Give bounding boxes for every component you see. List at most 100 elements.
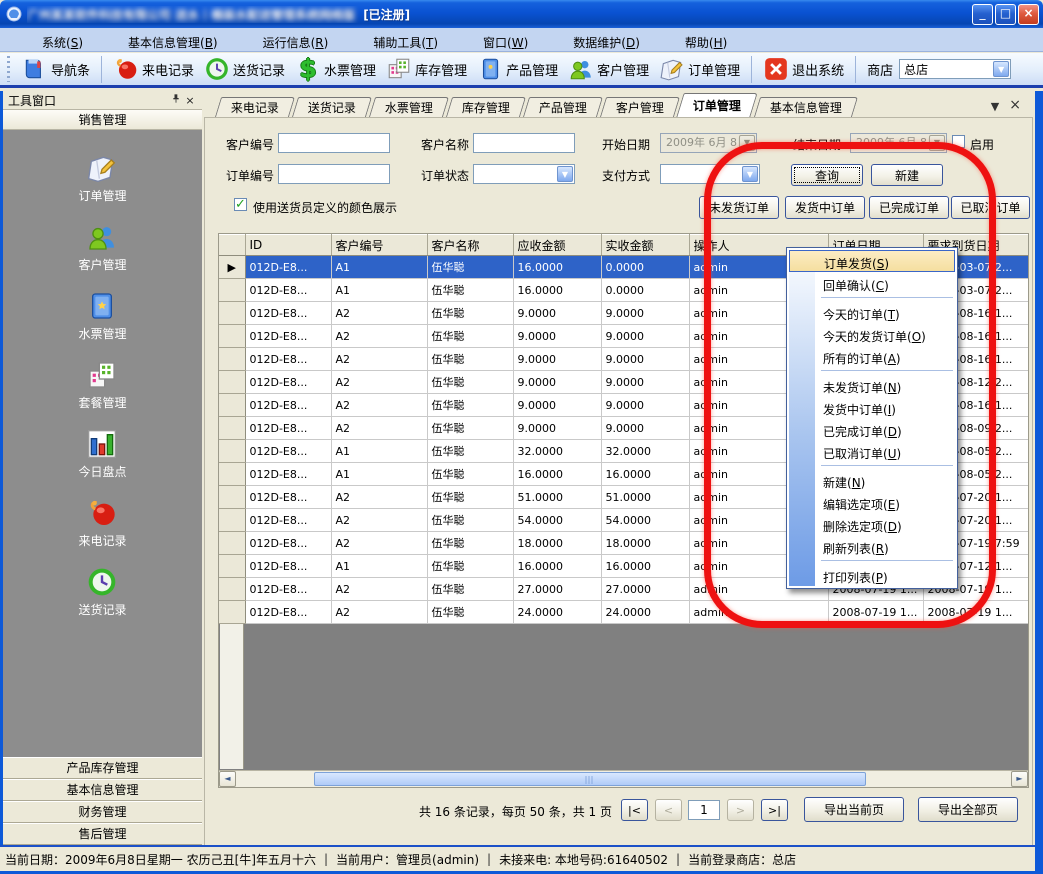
- row-selector-cell[interactable]: [219, 601, 245, 624]
- query-button[interactable]: 查询: [791, 164, 863, 186]
- context-menu-item[interactable]: 今天的发货订单(O): [789, 323, 955, 345]
- menu-help[interactable]: 帮助(H): [651, 29, 738, 51]
- row-selector-cell[interactable]: [219, 486, 245, 509]
- filter-completed-button[interactable]: 已完成订单: [869, 196, 949, 219]
- row-selector-cell[interactable]: [219, 325, 245, 348]
- tab-inventory[interactable]: 库存管理: [446, 97, 526, 117]
- row-selector-cell[interactable]: [219, 279, 245, 302]
- row-selector-cell[interactable]: ▶: [219, 256, 245, 279]
- row-selector-cell[interactable]: [219, 463, 245, 486]
- chevron-down-icon[interactable]: ▼: [739, 135, 755, 151]
- row-selector-cell[interactable]: [219, 509, 245, 532]
- context-menu-item[interactable]: 所有的订单(A): [789, 345, 955, 367]
- tab-close-icon[interactable]: ×: [1009, 100, 1021, 113]
- customer-no-input[interactable]: [278, 133, 390, 153]
- tool-window-close-icon[interactable]: ×: [183, 94, 197, 107]
- row-selector-cell[interactable]: [219, 555, 245, 578]
- chevron-down-icon[interactable]: ▼: [993, 61, 1009, 77]
- tab-customers[interactable]: 客户管理: [600, 97, 680, 117]
- pay-method-combo[interactable]: ▼: [660, 164, 760, 184]
- menu-data-maintenance[interactable]: 数据维护(D): [539, 29, 651, 51]
- toolbar-call-records[interactable]: 来电记录: [109, 54, 198, 84]
- toolbar-delivery-records[interactable]: 送货记录: [200, 54, 289, 84]
- filter-shipping-button[interactable]: 发货中订单: [785, 196, 865, 219]
- col-received[interactable]: 实收金额: [601, 235, 689, 256]
- end-date-picker[interactable]: 2009年 6月 8日 ▼: [850, 133, 947, 153]
- pin-icon[interactable]: [169, 93, 183, 107]
- table-row[interactable]: 012D-E8...A2伍华聪24.000024.0000admin2008-0…: [219, 601, 1029, 624]
- sidebar-item-water-tickets[interactable]: 水票管理: [78, 290, 126, 342]
- sidebar-section-product-inventory[interactable]: 产品库存管理: [3, 757, 202, 779]
- context-menu-item[interactable]: 刷新列表(R): [789, 535, 955, 557]
- toolbar-orders[interactable]: 订单管理: [655, 54, 744, 84]
- col-id[interactable]: ID: [245, 235, 331, 256]
- scrollbar-thumb[interactable]: [314, 772, 866, 786]
- sidebar-item-orders[interactable]: 订单管理: [78, 152, 126, 204]
- last-page-button[interactable]: >|: [761, 799, 788, 821]
- col-receivable[interactable]: 应收金额: [513, 235, 601, 256]
- maximize-button[interactable]: □: [995, 4, 1016, 25]
- context-menu-item[interactable]: 打印列表(P): [789, 564, 955, 586]
- context-menu-item[interactable]: 订单发货(S): [789, 250, 955, 272]
- col-customer-no[interactable]: 客户编号: [331, 235, 427, 256]
- toolbar-inventory[interactable]: 库存管理: [382, 54, 471, 84]
- sidebar-item-call-records[interactable]: 来电记录: [78, 497, 126, 549]
- color-display-checkbox[interactable]: ✓: [234, 198, 247, 211]
- menu-run-info[interactable]: 运行信息(R): [229, 29, 340, 51]
- row-selector-cell[interactable]: [219, 348, 245, 371]
- prev-page-button[interactable]: <: [655, 799, 682, 821]
- export-all-pages-button[interactable]: 导出全部页: [918, 797, 1018, 822]
- horizontal-scrollbar[interactable]: ◄ ►: [219, 770, 1028, 787]
- store-combo-box[interactable]: 总店 ▼: [899, 59, 1011, 79]
- chevron-down-icon[interactable]: ▼: [742, 166, 758, 182]
- row-selector-cell[interactable]: [219, 302, 245, 325]
- row-selector-cell[interactable]: [219, 440, 245, 463]
- row-selector-cell[interactable]: [219, 394, 245, 417]
- filter-cancelled-button[interactable]: 已取消订单: [951, 196, 1030, 219]
- page-number-input[interactable]: [688, 800, 720, 820]
- context-menu-item[interactable]: 新建(N): [789, 469, 955, 491]
- new-button[interactable]: 新建: [871, 164, 943, 186]
- first-page-button[interactable]: |<: [621, 799, 648, 821]
- menu-aux-tools[interactable]: 辅助工具(T): [339, 29, 449, 51]
- customer-name-input[interactable]: [473, 133, 575, 153]
- sidebar-section-finance[interactable]: 财务管理: [3, 801, 202, 823]
- row-selector-cell[interactable]: [219, 578, 245, 601]
- filter-unshipped-button[interactable]: 未发货订单: [699, 196, 779, 219]
- tab-orders-active[interactable]: 订单管理: [676, 93, 757, 117]
- sidebar-item-daily-inventory[interactable]: 今日盘点: [78, 428, 126, 480]
- context-menu-item[interactable]: 已完成订单(D): [789, 418, 955, 440]
- tab-basic-info[interactable]: 基本信息管理: [754, 97, 858, 117]
- row-selector-header[interactable]: [219, 235, 245, 256]
- tab-delivery-records[interactable]: 送货记录: [292, 97, 372, 117]
- row-selector-cell[interactable]: [219, 532, 245, 555]
- minimize-button[interactable]: _: [972, 4, 993, 25]
- chevron-down-icon[interactable]: ▼: [557, 166, 573, 182]
- export-current-page-button[interactable]: 导出当前页: [804, 797, 904, 822]
- tab-water-tickets[interactable]: 水票管理: [369, 97, 449, 117]
- order-status-combo[interactable]: ▼: [473, 164, 575, 184]
- col-customer-name[interactable]: 客户名称: [427, 235, 513, 256]
- menu-system[interactable]: 系统(S): [8, 29, 94, 51]
- toolbar-products[interactable]: 产品管理: [473, 54, 562, 84]
- tab-products[interactable]: 产品管理: [523, 97, 603, 117]
- context-menu-item[interactable]: 今天的订单(T): [789, 301, 955, 323]
- toolbar-water-tickets[interactable]: $ 水票管理: [291, 54, 380, 84]
- sidebar-item-delivery-records[interactable]: 送货记录: [78, 566, 126, 618]
- context-menu-item[interactable]: 编辑选定项(E): [789, 491, 955, 513]
- context-menu-item[interactable]: 删除选定项(D): [789, 513, 955, 535]
- close-button[interactable]: ×: [1018, 4, 1039, 25]
- context-menu-item[interactable]: 未发货订单(N): [789, 374, 955, 396]
- context-menu-item[interactable]: 已取消订单(U): [789, 440, 955, 462]
- sidebar-item-customers[interactable]: 客户管理: [78, 221, 126, 273]
- scroll-left-icon[interactable]: ◄: [219, 771, 236, 787]
- sidebar-item-packages[interactable]: 套餐管理: [78, 359, 126, 411]
- row-selector-cell[interactable]: [219, 371, 245, 394]
- toolbar-grip[interactable]: [7, 56, 13, 82]
- start-date-picker[interactable]: 2009年 6月 8日 ▼: [660, 133, 757, 153]
- row-selector-cell[interactable]: [219, 417, 245, 440]
- tab-call-records[interactable]: 来电记录: [215, 97, 295, 117]
- menu-window[interactable]: 窗口(W): [449, 29, 539, 51]
- toolbar-customers[interactable]: 客户管理: [564, 54, 653, 84]
- toolbar-exit[interactable]: 退出系统: [759, 54, 848, 84]
